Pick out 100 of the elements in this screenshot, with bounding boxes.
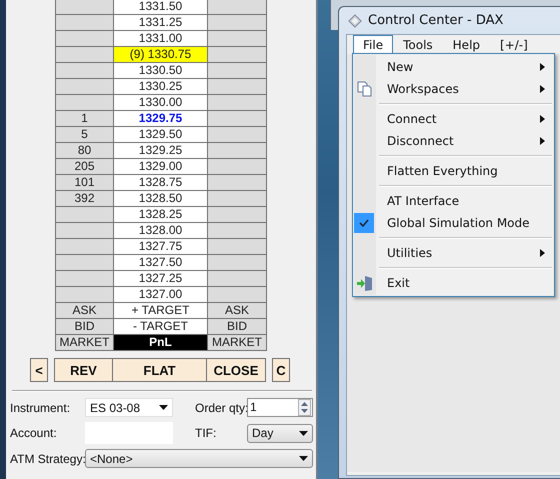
menu-item[interactable]: AT Interface — [353, 190, 554, 212]
menu-item[interactable]: Global Simulation Mode — [353, 212, 554, 234]
order-cell[interactable]: MARKET — [56, 335, 114, 351]
pnl-cell[interactable]: PnL — [114, 335, 208, 351]
price-cell[interactable]: 1329.00 — [114, 159, 208, 175]
price-cell[interactable]: 1330.00 — [114, 95, 208, 111]
price-cell[interactable]: 1330.50 — [114, 63, 208, 79]
order-cell[interactable]: ASK — [56, 303, 114, 319]
caret-icon — [159, 405, 168, 410]
bid-volume-cell[interactable] — [56, 47, 114, 63]
price-cell[interactable]: 1328.50 — [114, 191, 208, 207]
price-cell[interactable]: 1328.25 — [114, 207, 208, 223]
price-cell[interactable]: 1328.75 — [114, 175, 208, 191]
price-cell[interactable]: 1327.25 — [114, 271, 208, 287]
pages-icon — [356, 80, 374, 98]
ask-volume-cell[interactable] — [208, 239, 267, 255]
bid-volume-cell[interactable] — [56, 287, 114, 303]
bid-volume-cell[interactable] — [56, 15, 114, 31]
atm-strategy-dropdown[interactable]: <None> — [85, 449, 313, 468]
menu-bar-item[interactable]: [+/-] — [490, 35, 538, 54]
ask-volume-cell[interactable] — [208, 63, 267, 79]
menu-bar-item[interactable]: Tools — [393, 35, 443, 54]
caret-icon — [299, 456, 308, 461]
menu-item[interactable]: Utilities — [353, 242, 554, 264]
ask-volume-cell[interactable] — [208, 207, 267, 223]
spinner-arrows-icon[interactable] — [298, 399, 311, 416]
bid-volume-cell[interactable] — [56, 95, 114, 111]
app-icon — [348, 14, 362, 28]
price-cell[interactable]: (9) 1330.75 — [114, 47, 208, 63]
ask-volume-cell[interactable] — [208, 191, 267, 207]
ask-volume-cell[interactable] — [208, 271, 267, 287]
menu-item[interactable]: Workspaces — [353, 78, 554, 100]
price-cell[interactable]: 1327.00 — [114, 287, 208, 303]
ask-volume-cell[interactable] — [208, 175, 267, 191]
action-button[interactable]: REV — [54, 358, 113, 382]
bid-volume-cell[interactable]: 80 — [56, 143, 114, 159]
price-cell[interactable]: 1331.50 — [114, 0, 208, 15]
ask-volume-cell[interactable] — [208, 223, 267, 239]
order-cell[interactable]: BID — [56, 319, 114, 335]
ask-volume-cell[interactable] — [208, 111, 267, 127]
bid-volume-cell[interactable] — [56, 239, 114, 255]
ask-volume-cell[interactable] — [208, 15, 267, 31]
ask-volume-cell[interactable] — [208, 255, 267, 271]
order-cell[interactable]: MARKET — [208, 335, 267, 351]
bid-volume-cell[interactable] — [56, 255, 114, 271]
bid-volume-cell[interactable] — [56, 63, 114, 79]
action-button[interactable]: C — [272, 358, 290, 382]
window-title: Control Center - DAX — [368, 13, 504, 28]
ask-volume-cell[interactable] — [208, 143, 267, 159]
bid-volume-cell[interactable] — [56, 223, 114, 239]
menu-item[interactable]: New — [353, 56, 554, 78]
bid-volume-cell[interactable]: 1 — [56, 111, 114, 127]
ask-volume-cell[interactable] — [208, 0, 267, 15]
ask-volume-cell[interactable] — [208, 287, 267, 303]
ask-volume-cell[interactable] — [208, 127, 267, 143]
action-button[interactable]: CLOSE — [207, 358, 266, 382]
ask-volume-cell[interactable] — [208, 31, 267, 47]
bid-volume-cell[interactable] — [56, 207, 114, 223]
price-cell[interactable]: 1328.00 — [114, 223, 208, 239]
instrument-dropdown[interactable]: ES 03-08 — [85, 398, 173, 417]
price-cell[interactable]: 1329.25 — [114, 143, 208, 159]
bid-volume-cell[interactable] — [56, 0, 114, 15]
ask-volume-cell[interactable] — [208, 159, 267, 175]
bid-volume-cell[interactable]: 101 — [56, 175, 114, 191]
target-cell[interactable]: + TARGET — [114, 303, 208, 319]
menu-item[interactable]: Connect — [353, 108, 554, 130]
caret-icon — [299, 430, 308, 436]
price-cell[interactable]: 1331.25 — [114, 15, 208, 31]
field-label: Order qty: — [195, 400, 247, 414]
field-label: ATM Strategy: — [10, 452, 85, 466]
bid-volume-cell[interactable] — [56, 271, 114, 287]
menu-bar-item[interactable]: File — [353, 35, 394, 54]
price-cell[interactable]: 1327.50 — [114, 255, 208, 271]
ask-volume-cell[interactable] — [208, 47, 267, 63]
target-cell[interactable]: - TARGET — [114, 319, 208, 335]
ask-volume-cell[interactable] — [208, 79, 267, 95]
bid-volume-cell[interactable]: 392 — [56, 191, 114, 207]
price-cell[interactable]: 1329.75 — [114, 111, 208, 127]
menu-bar-item[interactable]: Help — [442, 35, 490, 54]
menu-item[interactable]: Disconnect — [353, 130, 554, 152]
action-button[interactable]: FLAT — [113, 358, 207, 382]
order-cell[interactable]: BID — [208, 319, 267, 335]
bid-volume-cell[interactable] — [56, 79, 114, 95]
quantity-spinner[interactable]: 1 — [247, 398, 313, 417]
bid-volume-cell[interactable]: 5 — [56, 127, 114, 143]
price-cell[interactable]: 1329.50 — [114, 127, 208, 143]
price-cell[interactable]: 1330.25 — [114, 79, 208, 95]
bid-volume-cell[interactable] — [56, 31, 114, 47]
price-cell[interactable]: 1327.75 — [114, 239, 208, 255]
field-label: Instrument: — [10, 400, 72, 414]
tif-dropdown[interactable]: Day — [247, 424, 313, 442]
field-label: Account: — [10, 426, 58, 440]
ask-volume-cell[interactable] — [208, 95, 267, 111]
action-button[interactable]: < — [30, 358, 48, 382]
field-label: TIF: — [195, 426, 218, 440]
order-cell[interactable]: ASK — [208, 303, 267, 319]
menu-item[interactable]: Exit — [353, 272, 554, 294]
menu-item[interactable]: Flatten Everything — [353, 160, 554, 182]
bid-volume-cell[interactable]: 205 — [56, 159, 114, 175]
price-cell[interactable]: 1331.00 — [114, 31, 208, 47]
